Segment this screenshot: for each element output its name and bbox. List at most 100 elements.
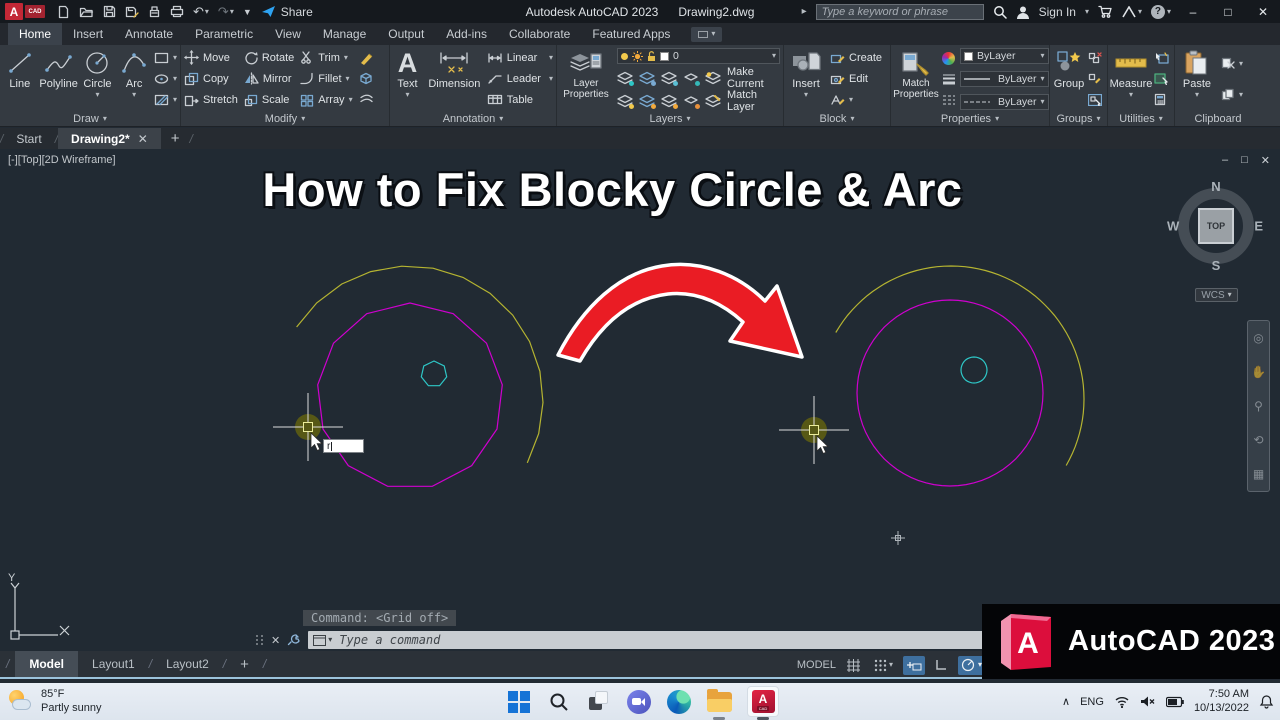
layer-dropdown[interactable]: 0 ▾ bbox=[617, 48, 780, 64]
rotate-button[interactable]: Rotate bbox=[244, 49, 294, 67]
group-edit-button[interactable] bbox=[1088, 70, 1102, 88]
notification-bell-icon[interactable] bbox=[1259, 694, 1274, 709]
viewcube-east[interactable]: E bbox=[1254, 219, 1263, 234]
tab-layout1[interactable]: Layout1 bbox=[78, 651, 149, 677]
wifi-icon[interactable] bbox=[1114, 695, 1130, 708]
wcs-dropdown[interactable]: WCS ▾ bbox=[1195, 288, 1238, 302]
ortho-toggle[interactable] bbox=[932, 656, 951, 675]
grid-toggle[interactable] bbox=[843, 656, 864, 675]
panel-label-annotation[interactable]: Annotation ▾ bbox=[390, 111, 556, 126]
viewcube-west[interactable]: W bbox=[1167, 219, 1179, 234]
match-layer-button[interactable]: Match Layer bbox=[727, 89, 780, 113]
tab-home[interactable]: Home bbox=[8, 23, 63, 45]
sign-in-dropdown-icon[interactable]: ▾ bbox=[1085, 7, 1089, 16]
select-similar-button[interactable] bbox=[1154, 70, 1169, 88]
create-block-button[interactable]: Create bbox=[830, 49, 887, 67]
app-menu-button[interactable]: A CAD bbox=[0, 3, 45, 20]
print-button[interactable] bbox=[170, 5, 184, 18]
smooth-inner-circle[interactable] bbox=[960, 356, 988, 384]
tab-model[interactable]: Model bbox=[15, 651, 79, 677]
edge-button[interactable] bbox=[666, 689, 692, 715]
copy-clip-button[interactable]: ▾ bbox=[1221, 86, 1243, 104]
sign-in-button[interactable]: Sign In bbox=[1039, 5, 1076, 19]
group-selectable-button[interactable] bbox=[1088, 91, 1102, 109]
match-properties-button[interactable]: Match Properties bbox=[893, 47, 939, 111]
volume-muted-icon[interactable] bbox=[1140, 695, 1156, 708]
drawing-viewport[interactable]: Y [-][Top][2D Wireframe] – □ ✕ How to Fi… bbox=[0, 149, 1280, 651]
text-button[interactable]: A Text ▾ bbox=[393, 47, 422, 111]
dimension-button[interactable]: Dimension bbox=[428, 47, 481, 111]
maximize-button[interactable]: □ bbox=[1215, 5, 1241, 19]
mirror-button[interactable]: Mirror bbox=[244, 70, 294, 88]
taskbar-search-button[interactable] bbox=[546, 689, 572, 715]
tab-output[interactable]: Output bbox=[377, 23, 435, 45]
copy-button[interactable]: Copy bbox=[184, 70, 238, 88]
command-options-icon[interactable]: ▾ bbox=[313, 634, 332, 646]
layer-bulb-button[interactable] bbox=[617, 94, 634, 109]
panel-label-properties[interactable]: Properties ▾ bbox=[891, 111, 1049, 126]
snap-toggle[interactable]: ▾ bbox=[871, 656, 896, 675]
vp-minimize-icon[interactable]: – bbox=[1222, 154, 1228, 167]
command-close-icon[interactable]: ✕ bbox=[271, 634, 280, 647]
search-expand-icon[interactable]: ▸ bbox=[802, 6, 807, 17]
model-space-indicator[interactable]: MODEL bbox=[797, 659, 836, 671]
language-indicator[interactable]: ENG bbox=[1080, 696, 1104, 708]
tab-annotate[interactable]: Annotate bbox=[114, 23, 184, 45]
ellipse-button[interactable]: ▾ bbox=[154, 70, 177, 88]
explode-button[interactable] bbox=[359, 70, 375, 88]
layer-freeze-button[interactable] bbox=[661, 71, 678, 86]
cut-button[interactable]: ▾ bbox=[1221, 55, 1243, 73]
undo-button[interactable]: ↶ ▾ bbox=[193, 4, 209, 20]
hatch-button[interactable]: ▾ bbox=[154, 91, 177, 109]
smooth-arc[interactable] bbox=[835, 265, 1085, 466]
cad-canvas[interactable]: Y bbox=[0, 149, 1280, 651]
ungroup-button[interactable] bbox=[1088, 49, 1102, 67]
quick-select-button[interactable] bbox=[1154, 49, 1169, 67]
autodesk-account-button[interactable]: ▾ bbox=[1122, 5, 1142, 18]
file-tab-close-icon[interactable]: ✕ bbox=[138, 132, 148, 146]
file-explorer-button[interactable] bbox=[706, 688, 732, 720]
tab-manage[interactable]: Manage bbox=[312, 23, 377, 45]
nav-showmotion-icon[interactable]: ▦ bbox=[1253, 467, 1264, 481]
overkill-button[interactable] bbox=[359, 91, 375, 109]
viewcube-north[interactable]: N bbox=[1211, 179, 1220, 194]
command-bar-grip[interactable] bbox=[256, 635, 264, 645]
tab-parametric[interactable]: Parametric bbox=[184, 23, 264, 45]
tab-layout2[interactable]: Layout2 bbox=[152, 651, 223, 677]
panel-label-block[interactable]: Block ▾ bbox=[784, 111, 890, 126]
move-button[interactable]: Move bbox=[184, 49, 238, 67]
trim-button[interactable]: Trim ▾ bbox=[300, 49, 352, 67]
layer-off-button[interactable] bbox=[617, 71, 634, 86]
search-input[interactable]: Type a keyword or phrase bbox=[815, 3, 984, 20]
blocky-arc[interactable] bbox=[296, 265, 544, 464]
save-button[interactable] bbox=[103, 5, 116, 18]
fillet-button[interactable]: Fillet ▾ bbox=[300, 70, 352, 88]
make-current-button[interactable]: Make Current bbox=[727, 66, 780, 90]
nav-wheel-icon[interactable]: ◎ bbox=[1253, 331, 1263, 345]
arc-button[interactable]: Arc ▾ bbox=[117, 47, 151, 111]
insert-block-button[interactable]: Insert ▾ bbox=[787, 47, 825, 111]
layer-sun-button[interactable] bbox=[661, 94, 678, 109]
polyline-button[interactable]: Polyline bbox=[39, 47, 78, 111]
qat-customize-button[interactable]: ▼ bbox=[243, 7, 252, 17]
command-wrench-icon[interactable] bbox=[287, 633, 301, 647]
layer-properties-button[interactable]: Layer Properties bbox=[560, 47, 612, 111]
panel-label-layers[interactable]: Layers ▾ bbox=[557, 111, 783, 126]
panel-label-modify[interactable]: Modify ▾ bbox=[181, 111, 389, 126]
linetype-dropdown[interactable]: ByLayer ▾ bbox=[960, 94, 1049, 110]
group-button[interactable]: Group bbox=[1053, 47, 1085, 111]
edit-block-button[interactable]: Edit bbox=[830, 70, 887, 88]
layer-unlock-all-button[interactable] bbox=[683, 94, 700, 109]
new-file-button[interactable] bbox=[57, 5, 70, 19]
viewport-controls[interactable]: [-][Top][2D Wireframe] bbox=[8, 154, 116, 166]
polar-tracking-toggle[interactable]: ▾ bbox=[957, 655, 985, 675]
lineweight-dropdown[interactable]: ByLayer ▾ bbox=[960, 71, 1049, 87]
viewcube-south[interactable]: S bbox=[1212, 258, 1221, 273]
tab-featured-apps[interactable]: Featured Apps bbox=[581, 23, 681, 45]
tab-collaborate[interactable]: Collaborate bbox=[498, 23, 581, 45]
file-tab-drawing2[interactable]: Drawing2* ✕ bbox=[58, 128, 161, 149]
dynamic-input-field[interactable]: r bbox=[323, 439, 364, 453]
ribbon-display-toggle[interactable]: ▾ bbox=[691, 26, 723, 42]
nav-orbit-icon[interactable]: ⟲ bbox=[1253, 433, 1263, 447]
open-file-button[interactable] bbox=[79, 5, 94, 18]
